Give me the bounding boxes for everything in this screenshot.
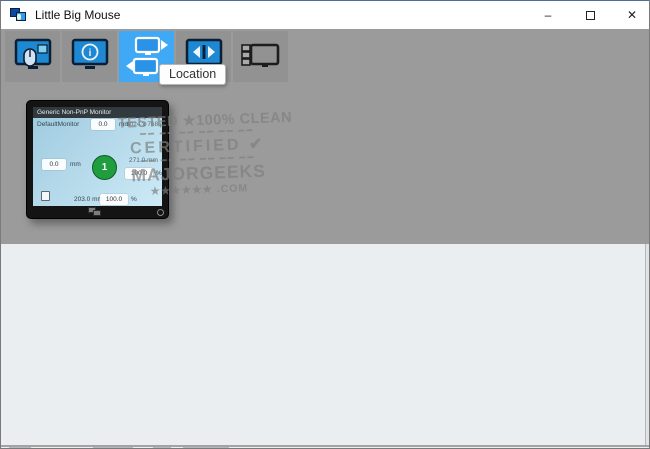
scrollbar-track[interactable] (645, 244, 649, 445)
majorgeeks-watermark: TESTED ★100% CLEAN ▬▬ ▬▬ ▬▬ ▬▬ ▬▬ ▬▬ CER… (118, 110, 293, 198)
maximize-icon (585, 10, 595, 20)
monitor-list-icon (240, 43, 279, 67)
titlebar: Little Big Mouse – ✕ (1, 1, 649, 29)
monitor-top-offset-field[interactable]: 0.0 (91, 119, 115, 130)
toolbar-button-layout[interactable] (5, 31, 60, 82)
location-tooltip: Location (159, 64, 227, 85)
close-icon: ✕ (626, 8, 638, 22)
monitor-mouse-icon (14, 38, 51, 69)
close-button[interactable]: ✕ (611, 1, 649, 29)
maximize-button[interactable] (569, 1, 611, 29)
svg-text:i: i (88, 48, 91, 59)
app-icon (10, 8, 26, 22)
monitor-left-offset-field[interactable]: 0.0 (42, 159, 66, 170)
minimize-icon: – (544, 8, 552, 22)
bezel-monitors-icon (88, 207, 102, 216)
power-icon (157, 209, 164, 216)
toolbar-button-monitor-list[interactable] (233, 31, 288, 82)
toolbar-button-info[interactable]: i (62, 31, 117, 82)
preview-area: i Location Generic Non-PnP Monitor Defau… (1, 29, 649, 244)
monitor-number-badge: 1 (92, 155, 117, 180)
window-title: Little Big Mouse (35, 8, 121, 22)
monitor-name: DefaultMonitor (37, 121, 80, 128)
minimize-button[interactable]: – (527, 1, 569, 29)
settings-panel: Max travel distance 200 ∧ ∨ Horizontal L… (1, 244, 649, 445)
monitor-info-icon: i (71, 38, 108, 69)
page-icon[interactable] (41, 191, 50, 201)
little-big-mouse-window: Little Big Mouse – ✕ i Location Generic … (0, 0, 650, 449)
monitor-height-mm: 203.0 mm (74, 196, 103, 203)
monitor-left-unit: mm (70, 161, 81, 168)
